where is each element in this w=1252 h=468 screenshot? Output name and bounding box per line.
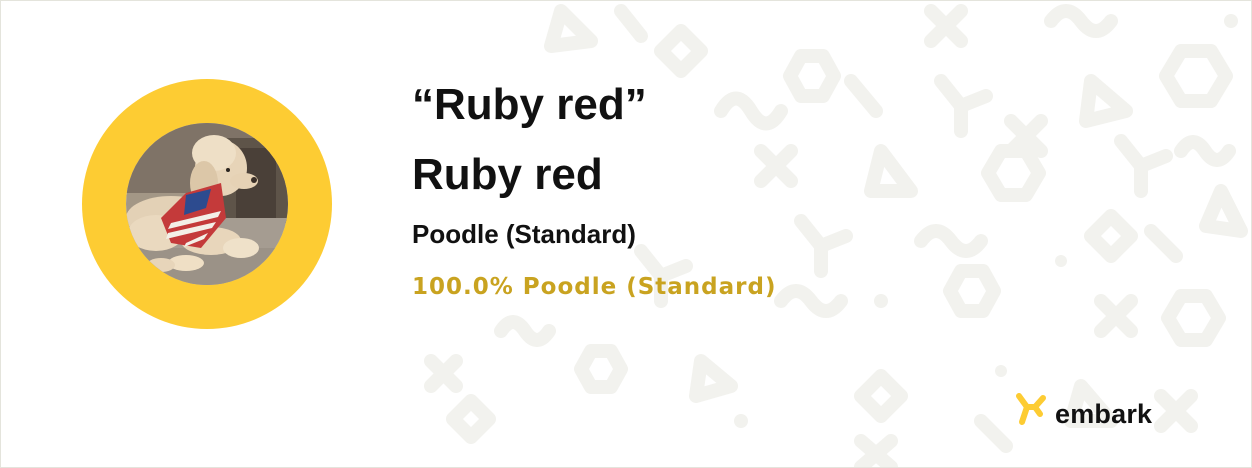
ancestry-summary: 100.0% Poodle (Standard)	[412, 274, 777, 300]
dog-photo	[126, 123, 288, 285]
dog-info: “Ruby red” Ruby red Poodle (Standard) 10…	[412, 75, 777, 303]
embark-logo: embark	[1013, 387, 1152, 433]
dog-nickname: “Ruby red”	[412, 80, 647, 129]
embark-logo-icon	[1016, 393, 1046, 425]
dog-name: Ruby red	[412, 150, 603, 199]
embark-logo-text: embark	[1055, 398, 1153, 429]
dog-breed: Poodle (Standard)	[412, 219, 636, 249]
dog-profile-card: “Ruby red” Ruby red Poodle (Standard) 10…	[0, 0, 1252, 468]
